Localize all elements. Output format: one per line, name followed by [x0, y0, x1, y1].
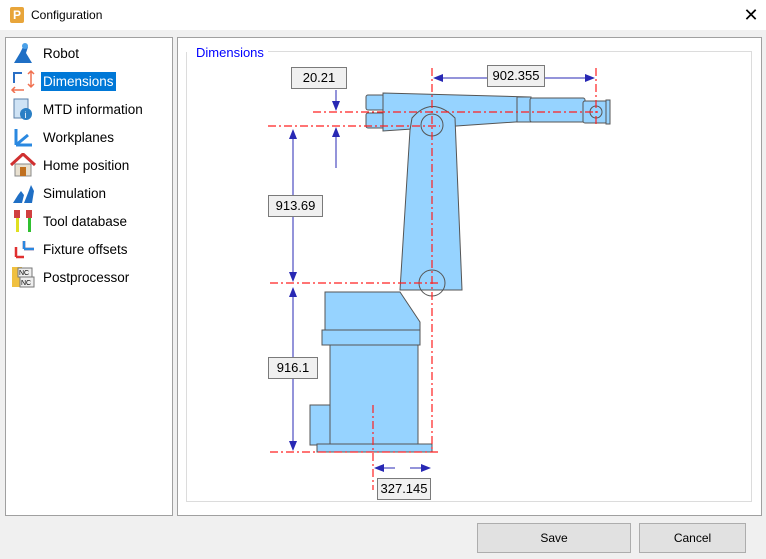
- robot-silhouette: [309, 92, 611, 453]
- cancel-button[interactable]: Cancel: [639, 523, 746, 553]
- robot-dimension-drawing: [268, 68, 611, 490]
- base-height-field[interactable]: 916.1: [268, 357, 318, 379]
- save-button[interactable]: Save: [477, 523, 631, 553]
- base-offset-field[interactable]: 327.145: [377, 478, 431, 500]
- forearm-length-field[interactable]: 902.355: [487, 65, 545, 87]
- upper-arm-length-field[interactable]: 913.69: [268, 195, 323, 217]
- tool-offset-field[interactable]: 20.21: [291, 67, 347, 89]
